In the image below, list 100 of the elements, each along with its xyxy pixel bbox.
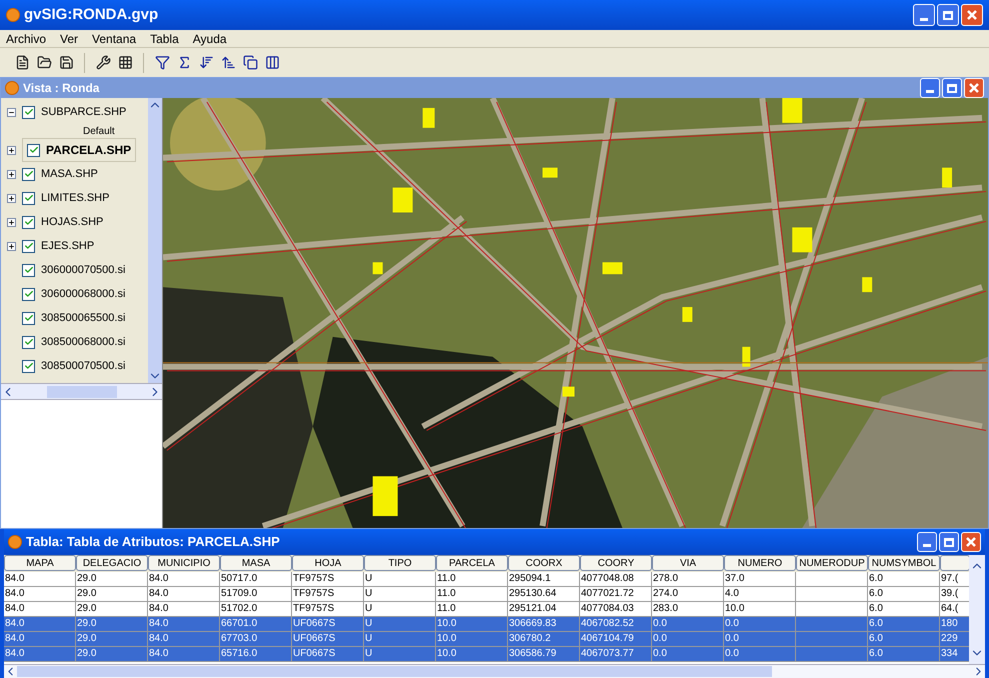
- layer-checkbox[interactable]: [22, 168, 35, 180]
- horizontal-scrollbar[interactable]: [4, 664, 985, 678]
- column-header[interactable]: VIA: [652, 555, 724, 571]
- restore-button[interactable]: [939, 532, 959, 552]
- column-header[interactable]: COORY: [580, 555, 652, 571]
- expander-icon[interactable]: [7, 218, 16, 226]
- expander-icon[interactable]: [7, 242, 16, 250]
- expander-icon[interactable]: [7, 108, 16, 116]
- column-header[interactable]: NUMSYMBOL: [868, 555, 940, 571]
- layer-checkbox[interactable]: [22, 192, 35, 204]
- toolbar-button[interactable]: [95, 54, 111, 70]
- layer-name[interactable]: LIMITES.SHP: [41, 190, 110, 206]
- minimize-button[interactable]: [913, 4, 935, 26]
- toolbar-button[interactable]: [264, 54, 280, 70]
- column-header[interactable]: NUMERO: [724, 555, 796, 571]
- table-row[interactable]: 84.0 29.0 84.0 67703.0 UF0667S U 10.0 306780.2 4067104.79 0.0 0.0 6.0 229: [4, 632, 969, 647]
- table-cell: 0.0: [652, 647, 724, 662]
- table-row[interactable]: 84.0 29.0 84.0 66701.0 UF0667S U 10.0 306669.83 4067082.52 0.0 0.0 6.0 180: [4, 617, 969, 632]
- layer-checkbox[interactable]: [27, 144, 40, 156]
- expander-icon[interactable]: [7, 194, 16, 202]
- table-row[interactable]: 84.0 29.0 84.0 51702.0 TF9757S U 11.0 295121.04 4077084.03 283.0 10.0 6.0 64.(: [4, 602, 969, 617]
- toolbar-button[interactable]: [154, 54, 170, 70]
- expander-icon[interactable]: [7, 146, 16, 154]
- table-row[interactable]: 84.0 29.0 84.0 65716.0 UF0667S U 10.0 306586.79 4067073.77 0.0 0.0 6.0 334: [4, 647, 969, 662]
- column-header[interactable]: PARCELA: [436, 555, 508, 571]
- column-header[interactable]: DELEGACIO: [76, 555, 148, 571]
- app-logo-icon: [8, 535, 22, 549]
- layer-checkbox[interactable]: [22, 240, 35, 252]
- expander-icon[interactable]: [7, 170, 16, 178]
- layer-name[interactable]: 308500070500.si: [41, 358, 126, 374]
- column-header[interactable]: MASA: [220, 555, 292, 571]
- table-cell: 65716.0: [220, 647, 292, 662]
- layer-name[interactable]: MASA.SHP: [41, 166, 98, 182]
- layer-checkbox[interactable]: [22, 106, 35, 118]
- close-button[interactable]: [961, 532, 981, 552]
- vertical-scrollbar[interactable]: [969, 555, 985, 664]
- layer-name[interactable]: 306000070500.si: [41, 262, 126, 278]
- menu-item[interactable]: Ayuda: [190, 30, 229, 48]
- restore-button[interactable]: [937, 4, 959, 26]
- layer-checkbox[interactable]: [22, 312, 35, 324]
- column-header[interactable]: COORX: [508, 555, 580, 571]
- table-cell: [796, 647, 868, 662]
- menu-item[interactable]: Archivo: [4, 30, 48, 48]
- table-cell: 29.0: [76, 647, 148, 662]
- close-button[interactable]: [964, 78, 984, 98]
- table-row[interactable]: 84.0 29.0 84.0 51709.0 TF9757S U 11.0 295130.64 4077021.72 274.0 4.0 6.0 39.(: [4, 587, 969, 602]
- vertical-scrollbar[interactable]: [148, 98, 162, 383]
- table-cell: 84.0: [148, 647, 220, 662]
- toolbar-button[interactable]: [242, 54, 258, 70]
- table-cell: 10.0: [436, 647, 508, 662]
- toolbar-button[interactable]: [220, 54, 236, 70]
- table-cell: 306586.79: [508, 647, 580, 662]
- layer-name[interactable]: HOJAS.SHP: [41, 214, 104, 230]
- menu-item[interactable]: Ventana: [90, 30, 138, 48]
- window-title: gvSIG:RONDA.gvp: [24, 4, 160, 25]
- layer-name[interactable]: 308500068000.si: [41, 334, 126, 350]
- layer-checkbox[interactable]: [22, 264, 35, 276]
- save-icon: [58, 55, 74, 70]
- minimize-button[interactable]: [920, 78, 940, 98]
- layer-checkbox[interactable]: [22, 216, 35, 228]
- layer-checkbox[interactable]: [22, 336, 35, 348]
- layer-name[interactable]: 306000068000.si: [41, 286, 126, 302]
- layer-name[interactable]: SUBPARCE.SHP: [41, 104, 126, 120]
- column-header[interactable]: MUNICIPIO: [148, 555, 220, 571]
- toolbar-button[interactable]: [198, 54, 214, 70]
- menu-item[interactable]: Tabla: [148, 30, 181, 48]
- table-cell: 0.0: [724, 647, 796, 662]
- legend-label: Default: [82, 125, 116, 138]
- restore-button[interactable]: [942, 78, 962, 98]
- horizontal-scrollbar[interactable]: [1, 383, 162, 400]
- filter-icon: [154, 55, 170, 70]
- menu-item[interactable]: Ver: [58, 30, 80, 48]
- column-header[interactable]: TIPO: [364, 555, 436, 571]
- table-title: Tabla: Tabla de Atributos: PARCELA.SHP: [26, 533, 281, 552]
- column-header[interactable]: MAPA: [4, 555, 76, 571]
- minimize-button[interactable]: [917, 532, 937, 552]
- layer-name[interactable]: 308500065500.si: [41, 310, 126, 326]
- close-button[interactable]: [961, 4, 983, 26]
- table-cell: 84.0: [4, 647, 76, 662]
- toolbar-button[interactable]: [117, 54, 133, 70]
- grid-icon: [118, 55, 132, 70]
- close-icon: [965, 536, 977, 548]
- toolbar-button[interactable]: [36, 54, 52, 70]
- aerial-map-drawing[interactable]: [163, 98, 988, 528]
- toolbar-button[interactable]: [14, 54, 30, 70]
- table-cell: UF0667S: [292, 647, 364, 662]
- folder-icon: [36, 55, 52, 70]
- toolbar-button[interactable]: [58, 54, 74, 70]
- table-row[interactable]: 84.0 29.0 84.0 50717.0 TF9757S U 11.0 295094.1 4077048.08 278.0 37.0 6.0 97.(: [4, 572, 969, 587]
- column-header[interactable]: NUMERODUP: [796, 555, 868, 571]
- layer-name[interactable]: EJES.SHP: [41, 238, 94, 254]
- layer-checkbox[interactable]: [22, 360, 35, 372]
- table-cell: U: [364, 647, 436, 662]
- table-cell: 6.0: [868, 647, 940, 662]
- column-header[interactable]: HOJA: [292, 555, 364, 571]
- table-cell: 4067073.77: [580, 647, 652, 662]
- layer-checkbox[interactable]: [22, 288, 35, 300]
- columns-icon: [264, 55, 280, 70]
- column-header[interactable]: [940, 555, 969, 571]
- app-logo-icon: [5, 81, 19, 95]
